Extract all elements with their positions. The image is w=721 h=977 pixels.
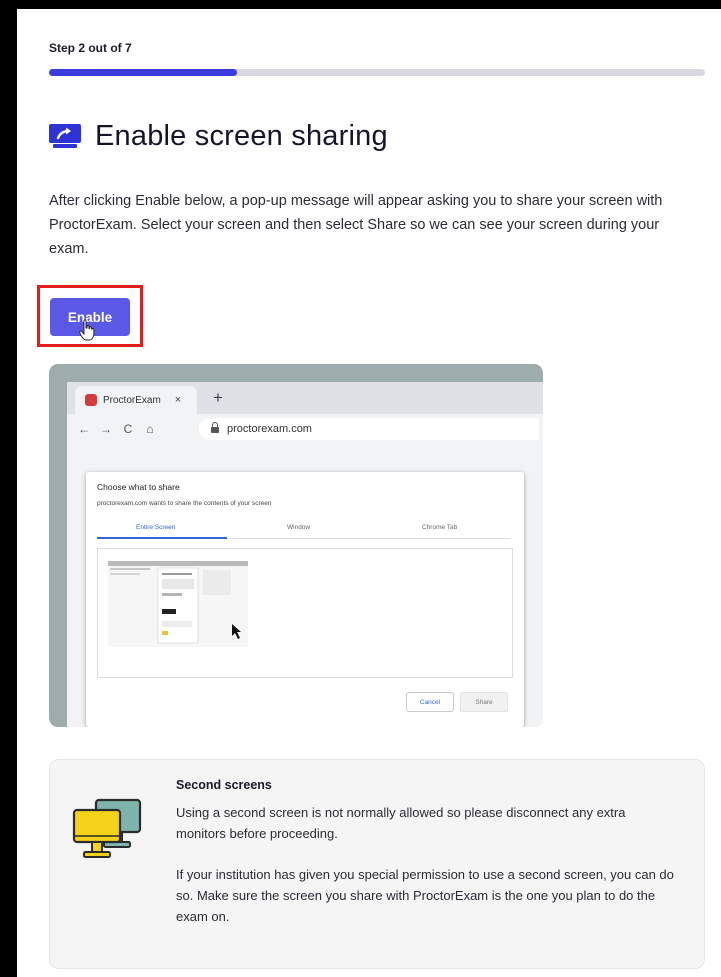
- progress-bar: [49, 69, 705, 76]
- share-dialog-tabs: Entire Screen Window Chrome Tab: [97, 522, 511, 539]
- address-bar-url: proctorexam.com: [227, 423, 312, 435]
- share-dialog: Choose what to share proctorexam.com wan…: [86, 472, 524, 727]
- page: Step 2 out of 7 Enable screen sharing Af…: [17, 9, 721, 977]
- active-tab-underline: [97, 537, 227, 539]
- page-title: Enable screen sharing: [95, 119, 388, 152]
- home-icon: ⌂: [146, 422, 154, 436]
- share-dialog-share-button: Share: [460, 692, 508, 712]
- share-dialog-cancel-button: Cancel: [406, 692, 454, 712]
- address-bar: proctorexam.com: [199, 418, 539, 440]
- intro-text: After clicking Enable below, a pop-up me…: [49, 193, 663, 257]
- card-paragraph-1: Using a second screen is not normally al…: [176, 805, 626, 841]
- reload-icon: C: [123, 422, 133, 436]
- screen-share-icon: [49, 124, 81, 148]
- tab-entire-screen: Entire Screen: [136, 524, 176, 531]
- hand-pointer-icon: [79, 319, 95, 341]
- progress-bar-fill: [49, 69, 237, 76]
- browser-toolbar: ← → C ⌂ proctorexam.com: [67, 414, 543, 444]
- screen-share-illustration: ProctorExam × + ← → C ⌂ proctorexam.com …: [49, 364, 543, 727]
- dual-monitor-icon: [72, 798, 142, 858]
- tab-chrome-tab: Chrome Tab: [422, 524, 458, 531]
- card-heading: Second screens: [176, 778, 272, 792]
- share-dialog-title: Choose what to share: [97, 482, 180, 492]
- share-dialog-subtitle: proctorexam.com wants to share the conte…: [97, 500, 272, 507]
- screen-preview-area: [97, 548, 513, 678]
- screen-thumbnail: [108, 561, 248, 647]
- forward-arrow-icon: →: [100, 422, 112, 436]
- plus-icon: +: [213, 388, 223, 407]
- lock-icon: [211, 422, 219, 433]
- card-paragraph-2: If your institution has given you specia…: [176, 867, 674, 924]
- browser-tabstrip: ProctorExam × +: [67, 382, 543, 414]
- browser-tab: ProctorExam ×: [75, 386, 197, 414]
- back-arrow-icon: ←: [78, 422, 90, 436]
- tab-window: Window: [287, 524, 311, 531]
- proctorexam-favicon-icon: [85, 394, 97, 406]
- title-row: Enable screen sharing: [49, 114, 388, 158]
- browser-mockup: ProctorExam × + ← → C ⌂ proctorexam.com …: [67, 382, 543, 727]
- step-indicator: Step 2 out of 7: [49, 41, 132, 55]
- browser-tab-title: ProctorExam: [103, 394, 161, 406]
- close-icon: ×: [174, 394, 182, 406]
- second-screens-card: Second screens Using a second screen is …: [49, 759, 705, 969]
